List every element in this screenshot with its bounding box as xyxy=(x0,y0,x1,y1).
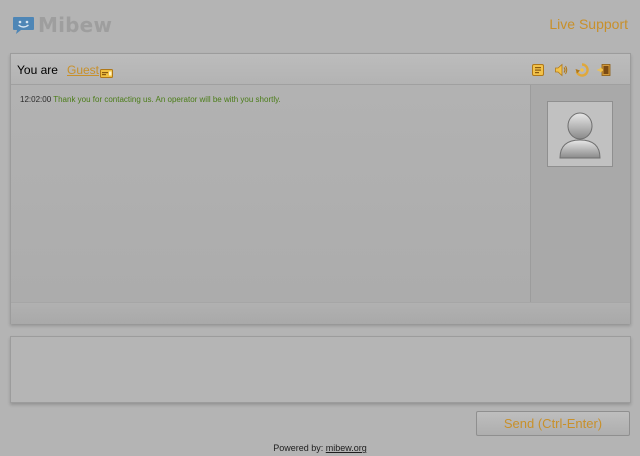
message-list[interactable]: 12:02:00 Thank you for contacting us. An… xyxy=(11,85,531,302)
sound-icon[interactable] xyxy=(554,63,568,77)
powered-by-label: Powered by: xyxy=(273,443,324,453)
edit-name-icon[interactable] xyxy=(100,65,113,78)
message-input-panel xyxy=(10,336,631,403)
close-icon[interactable] xyxy=(597,63,611,77)
guest-name-link[interactable]: Guest xyxy=(67,63,99,77)
send-button[interactable]: Send (Ctrl-Enter) xyxy=(476,411,630,436)
mibew-link[interactable]: mibew.org xyxy=(326,443,367,453)
history-icon[interactable] xyxy=(531,63,545,77)
chat-bubble-smile-icon xyxy=(12,16,35,35)
logo-text: Mibew xyxy=(38,13,113,37)
you-are-label: You are xyxy=(17,63,58,77)
default-avatar-icon xyxy=(559,112,601,159)
message-text: Thank you for contacting us. An operator… xyxy=(53,95,281,104)
chat-panel-footer xyxy=(11,302,630,324)
system-message: 12:02:00 Thank you for contacting us. An… xyxy=(20,95,281,104)
operator-avatar xyxy=(547,101,613,167)
chat-header: You are Guest xyxy=(11,54,630,85)
message-input[interactable] xyxy=(11,337,630,402)
message-timestamp: 12:02:00 xyxy=(20,95,52,104)
refresh-icon[interactable] xyxy=(575,63,589,77)
powered-by: Powered by: mibew.org xyxy=(0,443,640,453)
chat-panel: You are Guest 12:02:00 Thank you for con… xyxy=(10,53,631,324)
live-support-title: Live Support xyxy=(549,16,628,32)
mibew-logo: Mibew xyxy=(12,13,112,37)
operator-panel xyxy=(531,85,630,302)
